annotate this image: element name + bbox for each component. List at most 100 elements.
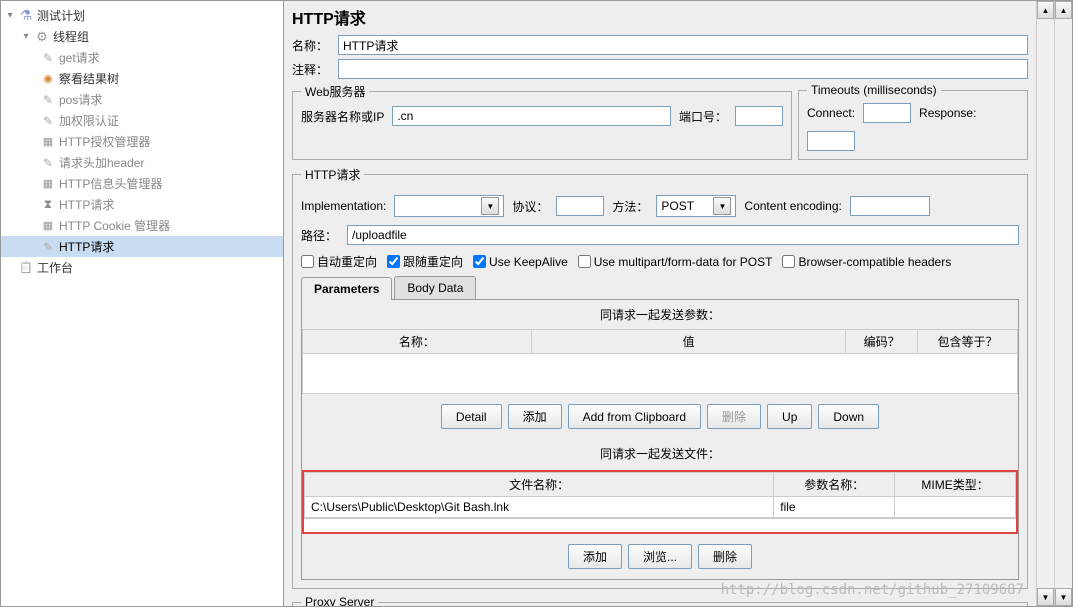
response-input[interactable] bbox=[807, 131, 855, 151]
cb-browser-headers-box[interactable] bbox=[782, 255, 795, 268]
col-value[interactable]: 值 bbox=[531, 330, 846, 354]
file-mime-cell[interactable] bbox=[895, 497, 1016, 518]
files-highlighted-box: 文件名称： 参数名称： MIME类型： C:\Users\Public\Desk… bbox=[302, 470, 1018, 534]
tree-item-http-cookie-mgr[interactable]: HTTP Cookie 管理器 bbox=[1, 215, 283, 236]
app-window: ▾ 测试计划 ▾ 线程组 get请求 察看结果树 pos请求 加权限认证 HTT… bbox=[0, 0, 1073, 607]
web-server-legend: Web服务器 bbox=[301, 83, 369, 100]
cb-auto-redirect-box[interactable] bbox=[301, 255, 314, 268]
proto-input[interactable] bbox=[556, 196, 604, 216]
http-request-legend: HTTP请求 bbox=[301, 166, 364, 183]
params-section-title: 同请求一起发送参数： bbox=[302, 300, 1018, 329]
params-grid-body[interactable] bbox=[302, 354, 1018, 394]
impl-label: Implementation: bbox=[301, 199, 386, 213]
file-row[interactable]: C:\Users\Public\Desktop\Git Bash.lnk fil… bbox=[305, 497, 1016, 518]
tree-thread-group[interactable]: ▾ 线程组 bbox=[1, 26, 283, 47]
scroll-down-icon[interactable]: ▼ bbox=[1055, 588, 1072, 606]
tree-item-http-auth-mgr[interactable]: HTTP授权管理器 bbox=[1, 131, 283, 152]
outer-scrollbar[interactable]: ▲ ▼ bbox=[1054, 1, 1072, 606]
tree-workbench[interactable]: 工作台 bbox=[1, 257, 283, 278]
btn-down[interactable]: Down bbox=[818, 404, 879, 429]
params-table: 名称： 值 编码？ 包含等于？ bbox=[302, 329, 1018, 354]
btn-file-delete[interactable]: 删除 bbox=[698, 544, 752, 569]
btn-delete[interactable]: 删除 bbox=[707, 404, 761, 429]
doc-icon bbox=[39, 134, 57, 150]
cb-multipart[interactable]: Use multipart/form-data for POST bbox=[578, 255, 773, 269]
btn-detail[interactable]: Detail bbox=[441, 404, 502, 429]
pencil-icon bbox=[39, 92, 57, 108]
col-param-name[interactable]: 参数名称： bbox=[774, 473, 895, 497]
tree-item-pos-request[interactable]: pos请求 bbox=[1, 89, 283, 110]
tree-label: 线程组 bbox=[53, 28, 89, 45]
method-select[interactable]: POST ▼ bbox=[656, 195, 736, 217]
col-encode[interactable]: 编码？ bbox=[846, 330, 918, 354]
cb-keepalive-box[interactable] bbox=[473, 255, 486, 268]
tab-parameters[interactable]: Parameters bbox=[301, 277, 392, 300]
scroll-up-icon[interactable]: ▲ bbox=[1055, 1, 1072, 19]
cb-multipart-box[interactable] bbox=[578, 255, 591, 268]
col-filename[interactable]: 文件名称： bbox=[305, 473, 774, 497]
tree-item-http-header-mgr[interactable]: HTTP信息头管理器 bbox=[1, 173, 283, 194]
tree-item-view-results[interactable]: 察看结果树 bbox=[1, 68, 283, 89]
tree-toggle-icon[interactable]: ▾ bbox=[19, 31, 33, 42]
http-request-fieldset: HTTP请求 Implementation: ▼ 协议： 方法： POST ▼ … bbox=[292, 166, 1028, 589]
doc-icon bbox=[39, 218, 57, 234]
proto-label: 协议： bbox=[512, 198, 548, 215]
btn-file-browse[interactable]: 浏览... bbox=[628, 544, 692, 569]
scroll-down-icon[interactable]: ▼ bbox=[1037, 588, 1054, 606]
tree-root-testplan[interactable]: ▾ 测试计划 bbox=[1, 5, 283, 26]
encoding-label: Content encoding: bbox=[744, 199, 841, 213]
col-include[interactable]: 包含等于？ bbox=[917, 330, 1017, 354]
tree-label: get请求 bbox=[59, 49, 100, 66]
hourglass-icon bbox=[39, 197, 57, 213]
tab-body-data[interactable]: Body Data bbox=[394, 276, 476, 299]
proxy-legend: Proxy Server bbox=[301, 595, 378, 606]
path-label: 路径： bbox=[301, 227, 343, 244]
impl-select[interactable]: ▼ bbox=[394, 195, 504, 217]
chevron-down-icon: ▼ bbox=[481, 197, 499, 215]
cb-follow-redirect[interactable]: 跟随重定向 bbox=[387, 253, 463, 270]
comment-row: 注释： bbox=[292, 59, 1028, 79]
btn-add-clipboard[interactable]: Add from Clipboard bbox=[568, 404, 701, 429]
col-mime[interactable]: MIME类型： bbox=[895, 473, 1016, 497]
scroll-up-icon[interactable]: ▲ bbox=[1037, 1, 1054, 19]
cb-auto-redirect[interactable]: 自动重定向 bbox=[301, 253, 377, 270]
cb-browser-headers[interactable]: Browser-compatible headers bbox=[782, 255, 951, 269]
connect-label: Connect: bbox=[807, 106, 855, 120]
tree-item-http-request-selected[interactable]: HTTP请求 bbox=[1, 236, 283, 257]
btn-up[interactable]: Up bbox=[767, 404, 812, 429]
cb-follow-redirect-box[interactable] bbox=[387, 255, 400, 268]
name-input[interactable] bbox=[338, 35, 1028, 55]
tree-label: 请求头加header bbox=[59, 154, 144, 171]
path-input[interactable] bbox=[347, 225, 1019, 245]
port-input[interactable] bbox=[735, 106, 783, 126]
tree-label: 加权限认证 bbox=[59, 112, 119, 129]
scroll-track[interactable] bbox=[1037, 19, 1054, 588]
btn-file-add[interactable]: 添加 bbox=[568, 544, 622, 569]
tree-toggle-icon[interactable]: ▾ bbox=[3, 10, 17, 21]
tree-label: 测试计划 bbox=[37, 7, 85, 24]
method-value: POST bbox=[661, 199, 694, 213]
comment-input[interactable] bbox=[338, 59, 1028, 79]
tree-item-add-header[interactable]: 请求头加header bbox=[1, 152, 283, 173]
chevron-down-icon: ▼ bbox=[713, 197, 731, 215]
file-param-cell[interactable]: file bbox=[774, 497, 895, 518]
col-name[interactable]: 名称： bbox=[303, 330, 532, 354]
tree-label: 察看结果树 bbox=[59, 70, 119, 87]
scroll-track[interactable] bbox=[1055, 19, 1072, 588]
name-row: 名称： bbox=[292, 35, 1028, 55]
file-path-cell[interactable]: C:\Users\Public\Desktop\Git Bash.lnk bbox=[305, 497, 774, 518]
pencil-icon bbox=[39, 155, 57, 171]
tree-item-get-request[interactable]: get请求 bbox=[1, 47, 283, 68]
tree-item-http-request-old[interactable]: HTTP请求 bbox=[1, 194, 283, 215]
tree-item-auth-limit[interactable]: 加权限认证 bbox=[1, 110, 283, 131]
server-input[interactable] bbox=[392, 106, 671, 126]
btn-add[interactable]: 添加 bbox=[508, 404, 562, 429]
timeouts-legend: Timeouts (milliseconds) bbox=[807, 83, 941, 97]
cb-keepalive[interactable]: Use KeepAlive bbox=[473, 255, 568, 269]
response-label: Response: bbox=[919, 106, 976, 120]
encoding-input[interactable] bbox=[850, 196, 930, 216]
connect-input[interactable] bbox=[863, 103, 911, 123]
inner-scrollbar[interactable]: ▲ ▼ bbox=[1036, 1, 1054, 606]
timeouts-fieldset: Timeouts (milliseconds) Connect: Respons… bbox=[798, 83, 1028, 160]
tree-label: HTTP信息头管理器 bbox=[59, 175, 162, 192]
